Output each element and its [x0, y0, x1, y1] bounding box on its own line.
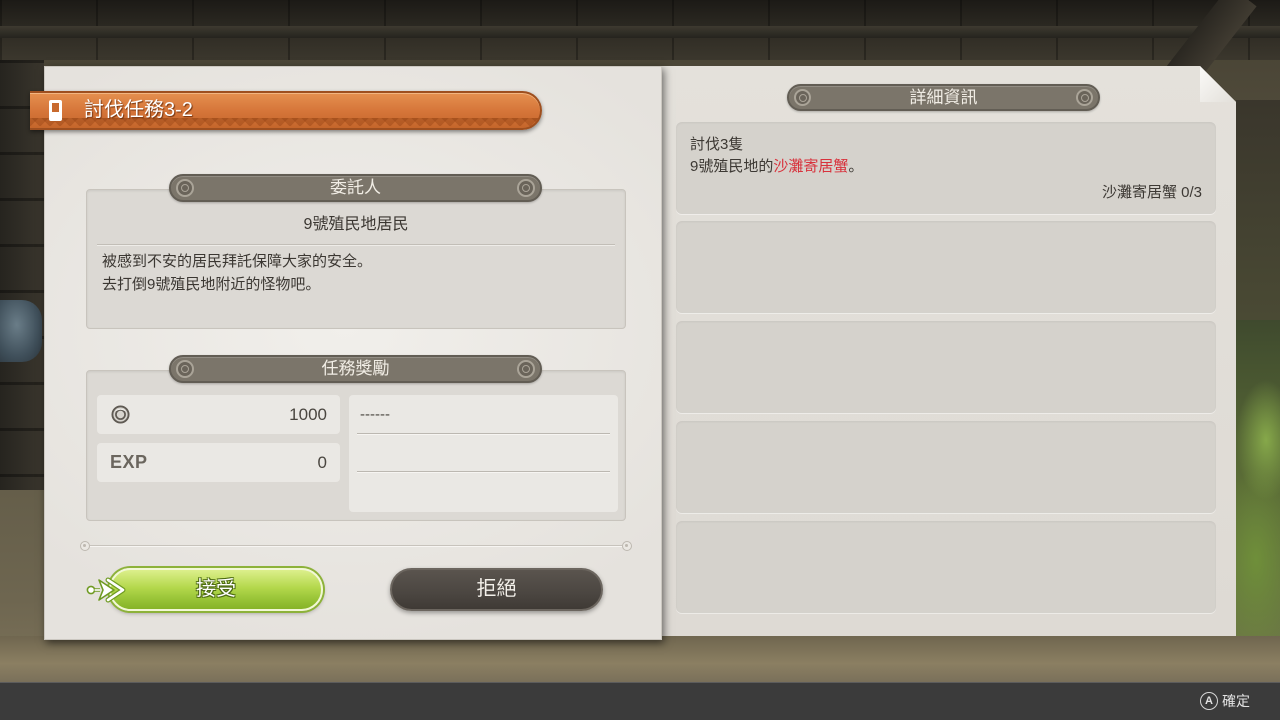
reject-button-label: 拒絕: [476, 578, 517, 600]
selection-cursor-icon: [86, 577, 126, 603]
reward-credits-cell: 1000: [97, 395, 340, 434]
reward-credits-value: 1000: [289, 405, 327, 424]
background-right-wall: [1236, 100, 1280, 320]
objective-text-before: 9號殖民地的: [690, 158, 774, 175]
quest-title-banner: 討伐任務3-2: [30, 91, 542, 130]
objective-row: 討伐3隻 9號殖民地的沙灘寄居蟹。 沙灘寄居蟹 0/3: [676, 122, 1216, 214]
a-button-icon: A: [1200, 692, 1218, 710]
details-panel: 詳細資訊 討伐3隻 9號殖民地的沙灘寄居蟹。 沙灘寄居蟹 0/3: [662, 66, 1236, 636]
game-screen: 討伐任務3-2 9號殖民地居民 被感到不安的居民拜託保障大家的安全。 去打倒9號…: [0, 0, 1280, 720]
reward-item-slot: [349, 434, 618, 473]
rewards-box: 1000 EXP 0 ------: [86, 370, 626, 521]
reward-items-list: ------: [349, 395, 618, 512]
divider-end-left: [80, 541, 90, 551]
reward-item-slot: [349, 473, 618, 512]
footer-bar: A 確定: [0, 682, 1280, 720]
client-header-label: 委託人: [330, 178, 381, 197]
background-ground: [0, 636, 1280, 682]
client-box: 9號殖民地居民 被感到不安的居民拜託保障大家的安全。 去打倒9號殖民地附近的怪物…: [86, 189, 626, 329]
quest-panel: 9號殖民地居民 被感到不安的居民拜託保障大家的安全。 去打倒9號殖民地附近的怪物…: [44, 66, 662, 640]
header-ornament-right-icon: [1076, 89, 1093, 106]
credits-coin-icon: [111, 405, 130, 424]
quest-title: 討伐任務3-2: [84, 99, 193, 121]
confirm-hint[interactable]: A 確定: [1200, 691, 1250, 711]
objective-row-empty: [676, 221, 1216, 313]
reward-item-slot: ------: [349, 395, 618, 435]
confirm-label: 確定: [1222, 693, 1250, 709]
quest-icon: [49, 100, 62, 121]
objective-row-empty: [676, 521, 1216, 613]
objective-row-empty: [676, 321, 1216, 413]
details-section-header: 詳細資訊: [787, 84, 1100, 111]
background-pot: [0, 300, 42, 362]
reward-exp-value: 0: [317, 453, 327, 472]
action-divider: [80, 541, 632, 551]
objective-description: 9號殖民地的沙灘寄居蟹。: [690, 156, 863, 178]
client-description-line: 被感到不安的居民拜託保障大家的安全。: [102, 253, 373, 270]
exp-label: EXP: [110, 452, 148, 472]
client-name: 9號殖民地居民: [303, 216, 409, 233]
client-section-header: 委託人: [169, 174, 542, 202]
header-ornament-right-icon: [517, 360, 535, 378]
reward-exp-cell: EXP 0: [97, 443, 340, 482]
rewards-section-header: 任務獎勵: [169, 355, 542, 383]
objective-progress-count: 0/3: [1181, 184, 1202, 201]
background-foliage: [1236, 320, 1280, 650]
rewards-header-label: 任務獎勵: [321, 359, 390, 378]
accept-button-label: 接受: [196, 578, 236, 600]
reward-item-text: ------: [360, 406, 390, 423]
objective-progress-target: 沙灘寄居蟹: [1101, 184, 1177, 201]
background-cross-beam: [0, 26, 1280, 38]
objective-target-highlight: 沙灘寄居蟹: [773, 158, 849, 175]
client-divider: [97, 244, 615, 246]
divider-end-right: [622, 541, 632, 551]
objective-text-after: 。: [848, 158, 864, 175]
accept-button[interactable]: 接受: [109, 568, 323, 611]
reject-button[interactable]: 拒絕: [390, 568, 603, 611]
header-ornament-right-icon: [517, 179, 535, 197]
objective-progress: 沙灘寄居蟹 0/3: [1102, 182, 1202, 204]
divider-line: [90, 545, 622, 547]
details-header-label: 詳細資訊: [909, 88, 978, 107]
objective-title: 討伐3隻: [690, 136, 744, 153]
client-description-line: 去打倒9號殖民地附近的怪物吧。: [102, 276, 321, 293]
objective-row-empty: [676, 421, 1216, 513]
